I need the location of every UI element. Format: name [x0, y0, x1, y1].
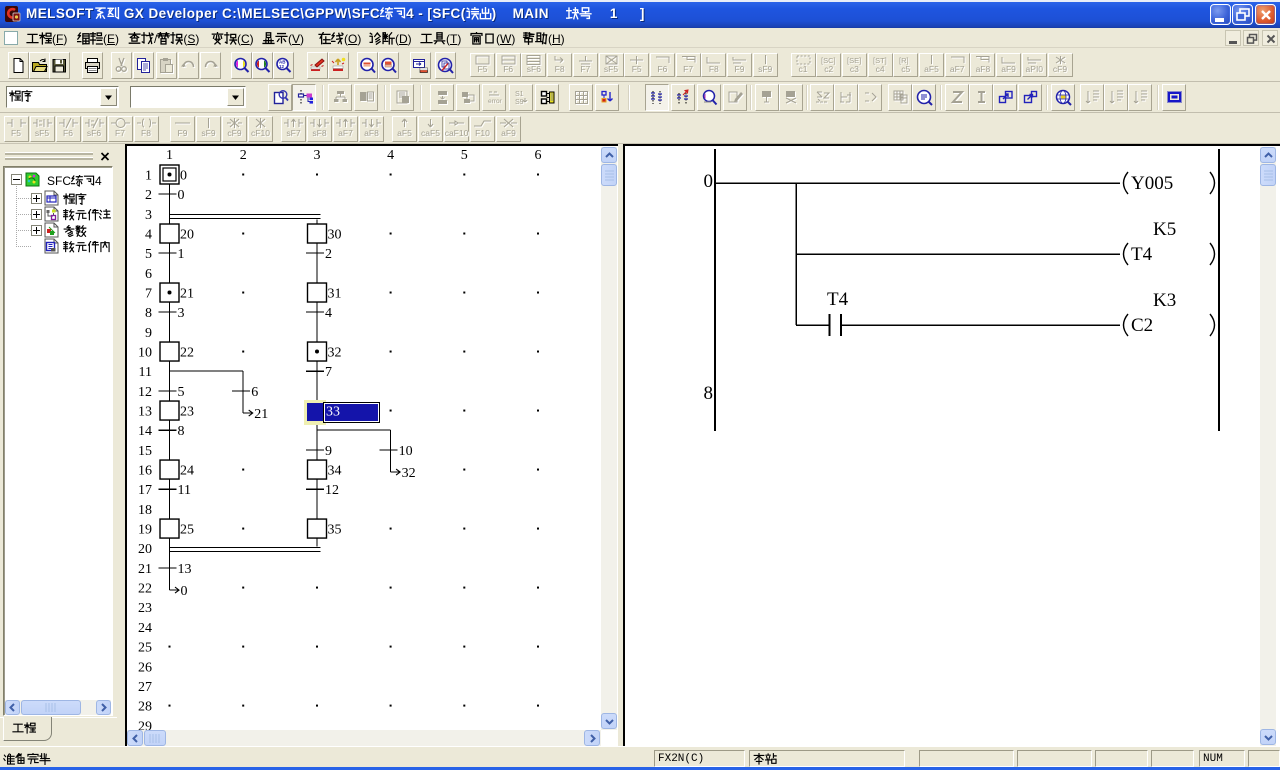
svg-text:25: 25	[138, 641, 152, 656]
svg-text:24: 24	[138, 621, 152, 636]
svg-text:33: 33	[326, 405, 340, 420]
svg-text:21: 21	[254, 407, 268, 422]
svg-text:32: 32	[328, 346, 342, 361]
svg-text:29: 29	[138, 719, 152, 730]
svg-text:1: 1	[178, 247, 185, 262]
svg-text:1: 1	[145, 169, 152, 184]
svg-text:S1: S1	[515, 91, 524, 98]
svg-text:27: 27	[138, 680, 152, 695]
svg-text:22: 22	[180, 346, 194, 361]
svg-text:5: 5	[178, 385, 185, 400]
svg-text:T4: T4	[827, 289, 849, 310]
svg-text:3: 3	[145, 208, 152, 223]
svg-text:Y005: Y005	[1131, 173, 1173, 194]
svg-text:12: 12	[325, 483, 339, 498]
svg-text:8: 8	[145, 306, 152, 321]
svg-text:23: 23	[180, 405, 194, 420]
svg-text:0: 0	[181, 584, 188, 599]
svg-text:14: 14	[138, 424, 152, 439]
svg-text:28: 28	[138, 700, 152, 715]
svg-text:0: 0	[180, 169, 187, 184]
svg-text:12: 12	[279, 64, 285, 69]
svg-text:1: 1	[166, 148, 173, 163]
svg-text:[ST]: [ST]	[873, 56, 887, 65]
svg-text:C2: C2	[1131, 315, 1153, 336]
svg-text:35: 35	[328, 523, 342, 538]
svg-text:[R]: [R]	[899, 56, 909, 65]
svg-text:error: error	[488, 98, 503, 105]
svg-text:3: 3	[178, 306, 185, 321]
svg-text:[SE]: [SE]	[847, 56, 861, 65]
svg-text:K5: K5	[1153, 219, 1176, 240]
svg-text:10: 10	[138, 346, 152, 361]
svg-text:10: 10	[399, 444, 413, 459]
svg-text:7: 7	[145, 287, 152, 302]
svg-text:T4: T4	[1131, 244, 1153, 265]
svg-text:4: 4	[325, 306, 332, 321]
svg-text:[SC]: [SC]	[821, 56, 836, 65]
svg-text:3: 3	[314, 148, 321, 163]
svg-text:9: 9	[325, 444, 332, 459]
svg-text:7: 7	[325, 365, 332, 380]
svg-text:2: 2	[325, 247, 332, 262]
svg-text:11: 11	[178, 483, 191, 498]
svg-text:21: 21	[180, 287, 194, 302]
svg-text:0: 0	[704, 171, 714, 192]
svg-text:24: 24	[180, 464, 194, 479]
svg-text:6: 6	[145, 267, 152, 282]
svg-text:17: 17	[138, 483, 152, 498]
svg-text:8: 8	[704, 383, 714, 404]
svg-text:18: 18	[138, 503, 152, 518]
svg-text:22: 22	[138, 582, 152, 597]
svg-text:4: 4	[145, 228, 152, 243]
svg-text:6: 6	[535, 148, 542, 163]
svg-text:34: 34	[328, 464, 342, 479]
svg-text:2: 2	[145, 188, 152, 203]
svg-text:S9: S9	[515, 99, 524, 106]
svg-text:31: 31	[328, 287, 342, 302]
svg-text:21: 21	[138, 562, 152, 577]
svg-text:16: 16	[138, 464, 152, 479]
svg-text:2: 2	[240, 148, 247, 163]
svg-text:20: 20	[180, 228, 194, 243]
svg-text:13: 13	[178, 562, 192, 577]
svg-text:11: 11	[139, 365, 152, 380]
svg-text:5: 5	[461, 148, 468, 163]
svg-text:26: 26	[138, 660, 152, 675]
svg-text:4: 4	[387, 148, 394, 163]
svg-text:30: 30	[328, 228, 342, 243]
svg-text:25: 25	[180, 523, 194, 538]
svg-text:8: 8	[178, 424, 185, 439]
svg-text:13: 13	[138, 405, 152, 420]
svg-text:0: 0	[178, 188, 185, 203]
svg-text:23: 23	[138, 601, 152, 616]
svg-text:6: 6	[251, 385, 258, 400]
svg-text:5: 5	[145, 247, 152, 262]
svg-text:32: 32	[402, 466, 416, 481]
svg-text:19: 19	[138, 523, 152, 538]
svg-text:12: 12	[138, 385, 152, 400]
svg-text:15: 15	[138, 444, 152, 459]
svg-text:20: 20	[138, 542, 152, 557]
svg-text:9: 9	[145, 326, 152, 341]
svg-text:K3: K3	[1153, 290, 1176, 311]
